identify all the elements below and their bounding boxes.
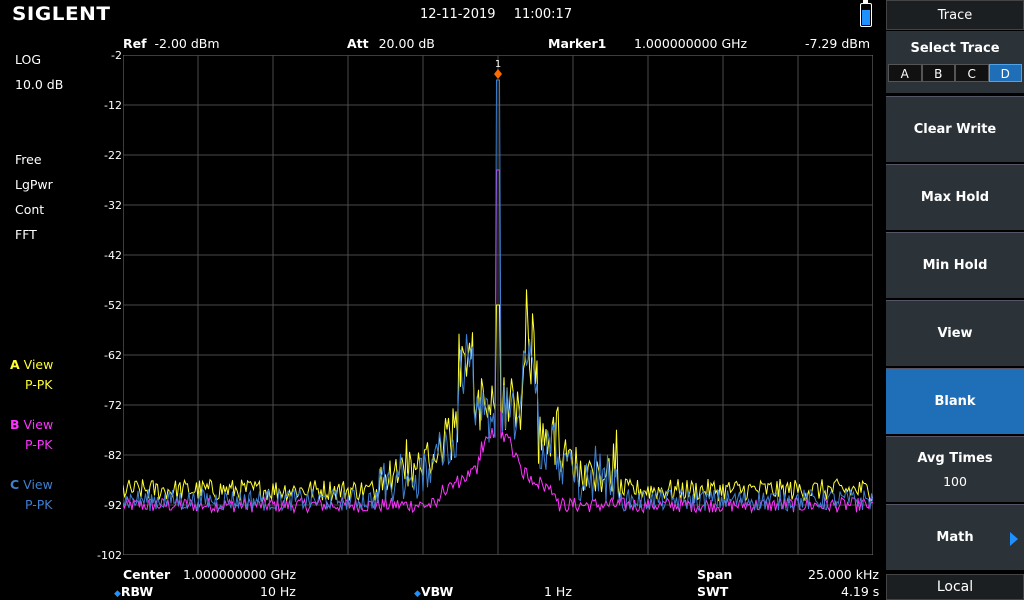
battery-icon	[860, 0, 872, 27]
ref-level-readout[interactable]: Ref -2.00 dBm	[123, 36, 220, 51]
att-value: 20.00 dB	[378, 36, 435, 51]
trace-c-label: C View	[10, 477, 53, 492]
max-hold-button[interactable]: Max Hold	[886, 164, 1024, 230]
scale-div: 10.0 dB	[15, 77, 64, 92]
softkey-menu: Trace Select Trace A B C D Clear Write M…	[885, 0, 1024, 600]
menu-title: Trace	[886, 0, 1024, 30]
span-label[interactable]: Span	[697, 567, 732, 582]
sweep-type: FFT	[15, 227, 37, 242]
trace-tab-c[interactable]: C	[955, 64, 989, 82]
clear-write-button[interactable]: Clear Write	[886, 96, 1024, 162]
rbw-diamond-icon: ◆	[114, 589, 121, 599]
trace-tab-d[interactable]: D	[988, 64, 1022, 82]
marker-readout[interactable]: Marker1	[548, 36, 606, 51]
attenuation-readout[interactable]: Att 20.00 dB	[347, 36, 435, 51]
marker-label: Marker1	[548, 36, 607, 51]
ytick-label: -22	[104, 149, 122, 162]
time-text: 11:00:17	[513, 7, 573, 22]
swt-value: 4.19 s	[841, 584, 880, 599]
center-freq-readout[interactable]: Center	[123, 567, 170, 582]
att-label: Att	[347, 36, 369, 51]
submenu-arrow-icon	[1010, 532, 1018, 546]
min-hold-button[interactable]: Min Hold	[886, 232, 1024, 298]
vbw-diamond-icon: ◆	[414, 589, 421, 599]
ytick-label: -82	[104, 449, 122, 462]
center-freq-value: 1.000000000 GHz	[183, 567, 297, 582]
math-button[interactable]: Math	[886, 504, 1024, 570]
trace-b-label: B View	[10, 417, 54, 432]
avg-times-button[interactable]: Avg Times 100	[886, 436, 1024, 502]
avg-times-label: Avg Times	[917, 450, 993, 466]
avg-type: LgPwr	[15, 177, 53, 192]
marker-number: 1	[495, 59, 501, 70]
ref-value: -2.00 dBm	[154, 36, 220, 51]
ytick-label: -42	[104, 249, 122, 262]
span-value: 25.000 kHz	[808, 567, 879, 582]
ytick-label: -102	[97, 549, 122, 562]
ytick-label: -92	[104, 499, 122, 512]
swt-label[interactable]: SWT	[697, 584, 728, 599]
rbw-value: 10 Hz	[260, 584, 296, 599]
vbw-value: 1 Hz	[544, 584, 572, 599]
trace-tabs: A B C D	[888, 64, 1022, 82]
rbw-readout[interactable]: ◆RBW	[114, 584, 153, 599]
view-button[interactable]: View	[886, 300, 1024, 366]
blank-button[interactable]: Blank	[886, 368, 1024, 434]
ytick-label: -32	[104, 199, 122, 212]
ytick-label: -2	[111, 49, 122, 62]
trace-tab-a[interactable]: A	[888, 64, 922, 82]
siglent-logo: SIGLENT	[12, 3, 111, 25]
trace-tab-b[interactable]: B	[921, 64, 955, 82]
datetime: 12-11-2019 11:00:17	[420, 7, 586, 22]
vbw-readout[interactable]: ◆VBW	[414, 584, 453, 599]
date-text: 12-11-2019	[420, 7, 496, 22]
ref-label: Ref	[123, 36, 147, 51]
local-button[interactable]: Local	[886, 574, 1024, 600]
marker-freq: 1.000000000 GHz	[634, 36, 748, 51]
ytick-label: -12	[104, 99, 122, 112]
center-label: Center	[123, 567, 171, 582]
marker-level: -7.29 dBm	[805, 36, 871, 51]
select-trace-label: Select Trace	[910, 41, 1000, 56]
trace-a-detector: P-PK	[25, 377, 53, 392]
ytick-label: -52	[104, 299, 122, 312]
ytick-label: -62	[104, 349, 122, 362]
avg-times-value: 100	[943, 473, 967, 489]
ytick-label: -72	[104, 399, 122, 412]
select-trace-button[interactable]: Select Trace A B C D	[886, 31, 1024, 93]
spectrum-plot[interactable]: 1	[123, 55, 873, 555]
